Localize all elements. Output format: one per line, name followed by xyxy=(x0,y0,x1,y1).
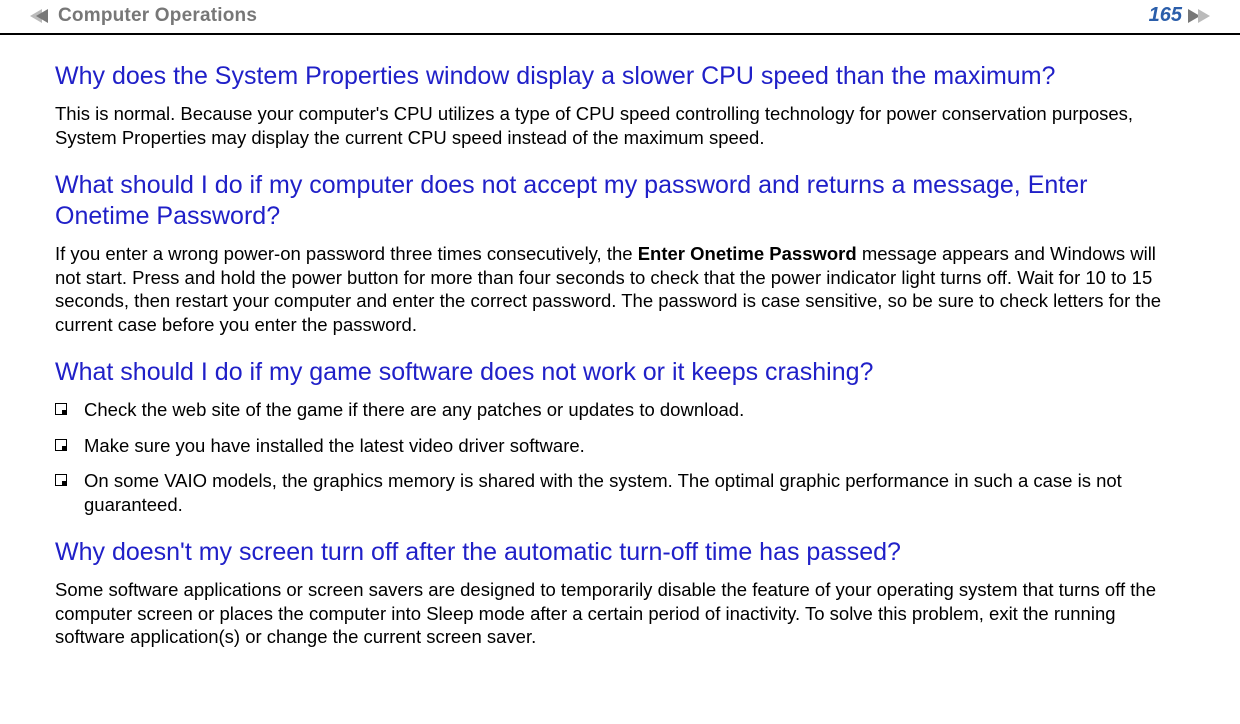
prev-arrow-icon xyxy=(36,9,48,23)
faq-body: This is normal. Because your computer's … xyxy=(55,102,1185,149)
faq-body-bold: Enter Onetime Password xyxy=(638,243,857,264)
page-number: 165 xyxy=(1149,4,1182,27)
faq-body: If you enter a wrong power-on password t… xyxy=(55,242,1185,337)
list-item: Make sure you have installed the latest … xyxy=(55,434,1185,458)
next-arrow-fade-icon xyxy=(1198,9,1210,23)
page-nav: 165 xyxy=(1147,4,1210,27)
list-item: Check the web site of the game if there … xyxy=(55,398,1185,422)
chapter-block: Computer Operations xyxy=(30,5,257,27)
faq-body: Some software applications or screen sav… xyxy=(55,578,1185,649)
faq-heading: What should I do if my game software doe… xyxy=(55,357,1185,388)
list-item-text: On some VAIO models, the graphics memory… xyxy=(84,469,1185,516)
list-item-text: Check the web site of the game if there … xyxy=(84,398,744,422)
square-bullet-icon xyxy=(55,403,67,415)
content-area: Why does the System Properties window di… xyxy=(0,35,1240,649)
faq-heading: What should I do if my computer does not… xyxy=(55,170,1185,233)
faq-heading: Why doesn't my screen turn off after the… xyxy=(55,537,1185,568)
faq-heading: Why does the System Properties window di… xyxy=(55,61,1185,92)
page-header: Computer Operations 165 xyxy=(0,4,1240,27)
list-item-text: Make sure you have installed the latest … xyxy=(84,434,585,458)
square-bullet-icon xyxy=(55,439,67,451)
chapter-title: Computer Operations xyxy=(58,5,257,27)
faq-body-pre: If you enter a wrong power-on password t… xyxy=(55,243,638,264)
list-item: On some VAIO models, the graphics memory… xyxy=(55,469,1185,516)
page: Computer Operations 165 Why does the Sys… xyxy=(0,4,1240,724)
square-bullet-icon xyxy=(55,474,67,486)
bullet-list: Check the web site of the game if there … xyxy=(55,398,1185,517)
